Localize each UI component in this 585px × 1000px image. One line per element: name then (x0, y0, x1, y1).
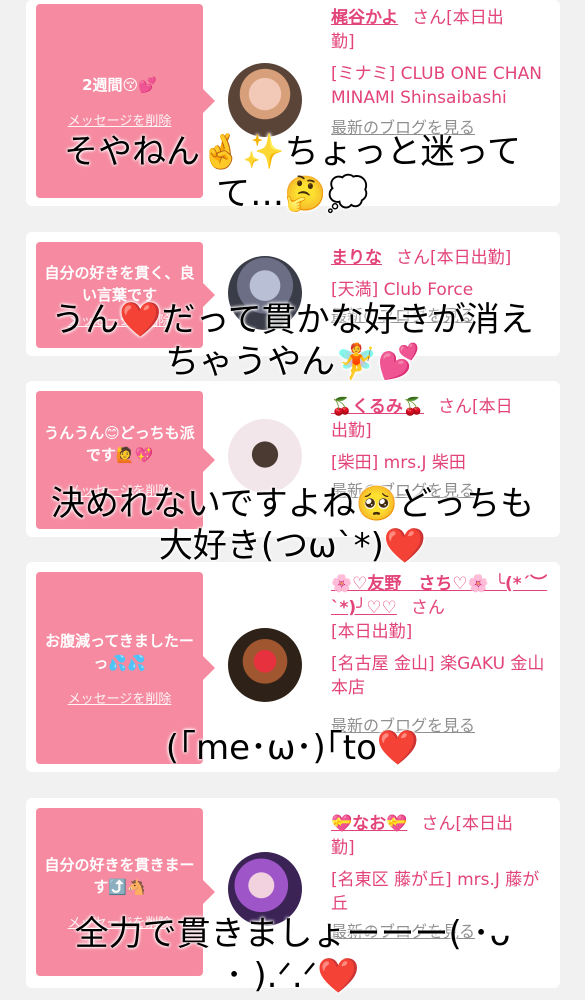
status-text: さん (410, 598, 445, 618)
status-text-tail: 出勤] (331, 421, 372, 441)
message-text: お腹減ってきましたーっ💦💦 (45, 631, 194, 672)
shop-info: [名東区 藤が丘] mrs.J 藤が丘 (331, 870, 540, 914)
message-text: 自分の好きを貫く、良い言葉です (44, 263, 195, 304)
avatar[interactable] (228, 63, 302, 137)
status-text-tail: 勤] (331, 838, 355, 858)
profile-info: 梶谷かよ さん[本日出 勤] [ミナミ] CLUB ONE CHAN MINAMI… (331, 6, 553, 140)
caption-line: 全力で貫きましょーーー( ･ᴗ (74, 914, 511, 954)
caption-line: 決めれないですよね🥺どっちも (50, 484, 535, 524)
caption-line: ちゃうやん🧚💕 (165, 342, 420, 382)
message-text: うんうん😊どっちも派です🙋💖 (44, 423, 195, 464)
status-text: さん[本日出勤] (396, 248, 512, 268)
caption-line: うん❤️だって貫かな好きが消え (51, 300, 534, 340)
status-text: さん[本日出 (412, 8, 504, 28)
shop-info: [柴田] mrs.J 柴田 (331, 453, 466, 473)
avatar[interactable] (228, 419, 302, 493)
cast-name-link[interactable]: まりな (331, 248, 382, 268)
caption-line: ･ ).ᐟ.ᐟ❤️ (225, 956, 360, 996)
shop-info: [ミナミ] CLUB ONE CHAN MINAMI Shinsaibashi (331, 64, 542, 108)
delete-message-link[interactable]: メッセージを削除 (68, 110, 172, 129)
caption-line: て…🤔💭 (216, 174, 369, 214)
caption-line: (｢me･ω･)｢to❤️ (165, 728, 420, 768)
shop-info: [天満] Club Force (331, 280, 474, 300)
profile-info: 🌸♡友野 さち♡🌸 ╰(*´︶`*)╯♡♡ さん [本日出勤] [名古屋 金山] … (331, 572, 553, 738)
status-text-tail: 勤] (331, 32, 355, 52)
shop-info: [名古屋 金山] 楽GAKU 金山本店 (331, 654, 545, 698)
status-text-tail: [本日出勤] (331, 622, 413, 642)
caption-line: 大好き(つω`*)❤️ (158, 526, 427, 566)
cast-name-link[interactable]: 🍒くるみ🍒 (331, 397, 424, 417)
delete-message-link[interactable]: メッセージを削除 (68, 688, 172, 707)
status-text: さん[本日出 (421, 814, 513, 834)
cast-name-link[interactable]: 💝なお💝 (331, 814, 407, 834)
message-text: 2週間😚💕 (82, 75, 157, 94)
avatar[interactable] (228, 628, 302, 702)
status-text: さん[本日 (438, 397, 513, 417)
message-text: 自分の好きを貫きまーす⤴️🐴 (44, 855, 195, 896)
cast-name-link[interactable]: 梶谷かよ (331, 8, 398, 28)
caption-line: そやねん🤞✨ちょっと迷って (64, 132, 521, 172)
